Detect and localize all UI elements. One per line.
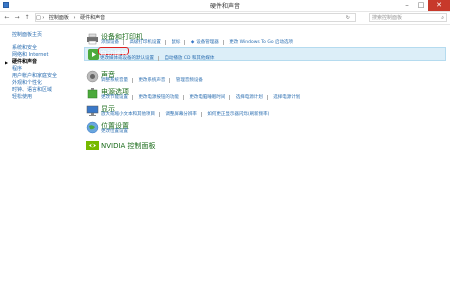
link-screen-resolution[interactable]: 调整屏幕分辨率 — [165, 112, 202, 117]
link-autoplay-cd[interactable]: 自动播放 CD 和其他媒体 — [164, 56, 218, 61]
category-autoplay: 自动播放 更改媒体或设备的默认设置 自动播放 CD 和其他媒体 — [84, 47, 446, 61]
link-refresh-rate[interactable]: 如何更正显示器闪烁(刷新频率) — [207, 112, 273, 117]
sidebar-item-appearance[interactable]: 外观和个性化 — [12, 80, 82, 87]
window-title: 硬件和声音 — [209, 3, 240, 10]
category-links: 添加设备 高级打印机设置 鼠标 ◆ 设备管理器 更改 Windows To Go … — [101, 40, 301, 45]
sidebar-item-network[interactable]: 网络和 Internet — [12, 52, 82, 59]
link-manage-audio[interactable]: 管理音频设备 — [176, 78, 207, 83]
minimize-button[interactable]: – — [400, 0, 414, 11]
link-change-sounds[interactable]: 更改系统声音 — [138, 78, 171, 83]
address-bar[interactable]: □ › 控制面板 › 硬件和声音 ↻ — [35, 13, 356, 22]
globe-icon — [86, 121, 99, 134]
category-links: 放大或缩小文本和其他项目 调整屏幕分辨率 如何更正显示器闪烁(刷新频率) — [101, 112, 277, 117]
link-change-media-defaults[interactable]: 更改媒体或设备的默认设置 — [100, 56, 159, 61]
window-controls: – □ ✕ — [400, 0, 450, 11]
printer-icon — [87, 33, 98, 45]
link-windows-to-go[interactable]: 更改 Windows To Go 启动选项 — [229, 40, 297, 45]
sidebar-item-clock-language[interactable]: 时钟、语言和区域 — [12, 87, 82, 94]
breadcrumb-control-panel[interactable]: 控制面板 — [49, 15, 69, 21]
monitor-icon — [86, 105, 99, 116]
breadcrumb-separator: › — [73, 15, 76, 21]
link-advanced-printer[interactable]: 高级打印机设置 — [129, 40, 166, 45]
link-add-device[interactable]: 添加设备 — [101, 40, 124, 45]
sidebar-item-programs[interactable]: 程序 — [12, 66, 82, 73]
up-button[interactable]: ↑ — [23, 14, 31, 22]
nvidia-icon — [86, 141, 99, 150]
search-placeholder: 搜索控制面板 — [372, 15, 403, 21]
title-bar: 硬件和声音 – □ ✕ — [0, 0, 450, 12]
link-power-button[interactable]: 更改电源按钮的功能 — [138, 95, 184, 100]
close-button[interactable]: ✕ — [428, 0, 450, 11]
link-power-plan[interactable]: 选择电源计划 — [236, 95, 268, 100]
search-input[interactable]: 搜索控制面板 ⌕ — [369, 13, 447, 22]
back-button[interactable]: ← — [3, 14, 11, 22]
category-links: 更改媒体或设备的默认设置 自动播放 CD 和其他媒体 — [100, 56, 222, 61]
link-mouse[interactable]: 鼠标 — [171, 40, 186, 45]
link-device-manager[interactable]: ◆ 设备管理器 — [191, 40, 224, 45]
refresh-icon[interactable]: ↻ — [346, 14, 350, 22]
forward-button[interactable]: → — [13, 14, 21, 22]
sidebar-home-link[interactable]: 控制面板主页 — [12, 32, 82, 39]
maximize-button[interactable]: □ — [414, 0, 428, 11]
category-links: 调整系统音量 更改系统声音 管理音频设备 — [101, 78, 211, 83]
category-links: 更改位置设置 — [101, 129, 136, 134]
address-icon: □ › — [36, 15, 45, 21]
link-energy-settings[interactable]: 更改节能设置 — [101, 95, 133, 100]
shield-icon: ◆ — [190, 40, 195, 45]
search-icon[interactable]: ⌕ — [441, 14, 444, 22]
link-power-plan-2[interactable]: 选择电源计划 — [273, 95, 304, 100]
link-location-settings[interactable]: 更改位置设置 — [101, 129, 132, 134]
sidebar-item-system-security[interactable]: 系统和安全 — [12, 45, 82, 52]
sidebar: 控制面板主页 系统和安全 网络和 Internet 硬件和声音 程序 用户帐户和… — [5, 32, 82, 101]
breadcrumb-hardware-sound[interactable]: 硬件和声音 — [80, 15, 105, 21]
category-title[interactable]: NVIDIA 控制面板 — [101, 141, 156, 151]
sidebar-item-hardware-sound: 硬件和声音 — [5, 59, 82, 66]
link-adjust-volume[interactable]: 调整系统音量 — [101, 78, 133, 83]
sidebar-item-ease-of-access[interactable]: 轻松使用 — [12, 94, 82, 101]
battery-icon — [87, 88, 98, 99]
category-links: 更改节能设置 更改电源按钮的功能 更改电脑睡眠时间 选择电源计划 选择电源计划 — [101, 95, 308, 100]
link-sleep-time[interactable]: 更改电脑睡眠时间 — [189, 95, 231, 100]
sidebar-item-user-accounts[interactable]: 用户帐户和家庭安全 — [12, 73, 82, 80]
speaker-icon — [86, 70, 99, 83]
navigation-bar: ← → ↑ □ › 控制面板 › 硬件和声音 ↻ 搜索控制面板 ⌕ — [0, 12, 450, 25]
link-text-size[interactable]: 放大或缩小文本和其他项目 — [101, 112, 160, 117]
